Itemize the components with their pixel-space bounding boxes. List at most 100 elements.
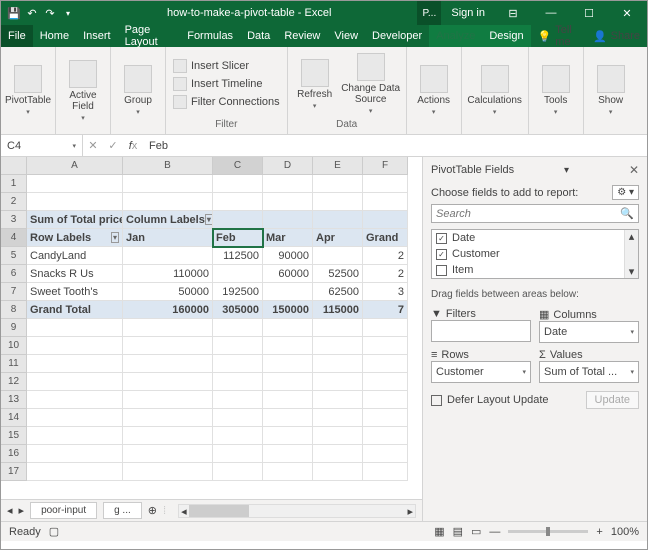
col-header[interactable]: D: [263, 157, 313, 175]
horizontal-scrollbar[interactable]: ◂▸: [178, 504, 416, 518]
row-header[interactable]: 5: [1, 247, 27, 265]
tell-me[interactable]: 💡Tell me: [531, 25, 586, 47]
tab-design[interactable]: Design: [482, 25, 530, 47]
group-button[interactable]: Group▾: [115, 49, 161, 132]
row-header[interactable]: 6: [1, 265, 27, 283]
close-icon[interactable]: ✕: [609, 1, 645, 25]
tab-view[interactable]: View: [327, 25, 365, 47]
zoom-slider[interactable]: [508, 530, 588, 533]
tab-review[interactable]: Review: [277, 25, 327, 47]
ribbon-options-icon[interactable]: ⊟: [495, 1, 531, 25]
pivot-values-label[interactable]: Sum of Total price: [27, 211, 123, 229]
pane-close-icon[interactable]: ✕: [629, 163, 639, 177]
row-header[interactable]: 11: [1, 355, 27, 373]
share-button[interactable]: 👤Share: [586, 25, 647, 47]
field-item-customer[interactable]: ✓Customer: [432, 246, 638, 262]
pivot-column-labels[interactable]: Column Labels▾: [123, 211, 213, 229]
macro-record-icon[interactable]: ▢: [49, 525, 59, 538]
name-box[interactable]: C4▾: [1, 135, 83, 156]
sheet-tab[interactable]: g ...: [103, 502, 142, 519]
formula-bar[interactable]: Feb: [143, 140, 647, 152]
field-item-date[interactable]: ✓Date: [432, 230, 638, 246]
field-list[interactable]: ✓Date ✓Customer Item ▴▾: [431, 229, 639, 279]
active-cell[interactable]: Feb: [213, 229, 263, 247]
zoom-level[interactable]: 100%: [611, 526, 639, 538]
grand-total-row[interactable]: Grand Total: [27, 301, 123, 319]
checkbox-icon[interactable]: [436, 265, 447, 276]
insert-slicer-button[interactable]: Insert Slicer: [170, 58, 283, 74]
tab-formulas[interactable]: Formulas: [180, 25, 240, 47]
tab-file[interactable]: File: [1, 25, 33, 47]
row-header[interactable]: 17: [1, 463, 27, 481]
field-search-input[interactable]: [436, 208, 620, 220]
defer-checkbox[interactable]: [431, 395, 442, 406]
gear-icon[interactable]: ⚙ ▾: [612, 185, 639, 200]
active-field-button[interactable]: Active Field▾: [60, 49, 106, 132]
row-header[interactable]: 16: [1, 445, 27, 463]
fx-icon[interactable]: fx: [123, 140, 143, 152]
view-layout-icon[interactable]: ▤: [453, 525, 463, 538]
field-search[interactable]: 🔍: [431, 204, 639, 223]
qat-customize-icon[interactable]: ▾: [61, 6, 75, 20]
tab-home[interactable]: Home: [33, 25, 76, 47]
row-header[interactable]: 2: [1, 193, 27, 211]
col-header[interactable]: B: [123, 157, 213, 175]
maximize-icon[interactable]: ☐: [571, 1, 607, 25]
checkbox-icon[interactable]: ✓: [436, 233, 447, 244]
prev-sheet-icon[interactable]: ◂: [7, 504, 13, 517]
select-all-corner[interactable]: [1, 157, 27, 175]
pivot-row-labels[interactable]: Row Labels▾: [27, 229, 123, 247]
row-header[interactable]: 14: [1, 409, 27, 427]
pivottable-button[interactable]: PivotTable▾: [5, 49, 51, 132]
save-icon[interactable]: 💾: [7, 6, 21, 20]
view-normal-icon[interactable]: ▦: [434, 525, 444, 538]
next-sheet-icon[interactable]: ▸: [19, 504, 25, 517]
show-button[interactable]: Show▾: [588, 49, 634, 132]
row-header[interactable]: 4: [1, 229, 27, 247]
new-sheet-icon[interactable]: ⊕: [148, 504, 157, 517]
col-header[interactable]: A: [27, 157, 123, 175]
columns-area[interactable]: Date▾: [539, 321, 639, 343]
insert-timeline-button[interactable]: Insert Timeline: [170, 76, 283, 92]
tab-analyze[interactable]: Analyze: [429, 25, 482, 47]
field-list-scrollbar[interactable]: ▴▾: [624, 230, 638, 278]
zoom-in-icon[interactable]: +: [596, 526, 602, 538]
redo-icon[interactable]: ↷: [43, 6, 57, 20]
tab-data[interactable]: Data: [240, 25, 277, 47]
calculations-button[interactable]: Calculations▾: [466, 49, 524, 132]
change-data-source-button[interactable]: Change Data Source▾: [340, 49, 402, 119]
pivot-row[interactable]: Sweet Tooth's: [27, 283, 123, 301]
row-header[interactable]: 9: [1, 319, 27, 337]
view-pagebreak-icon[interactable]: ▭: [471, 525, 481, 538]
filters-area[interactable]: [431, 320, 531, 342]
row-header[interactable]: 10: [1, 337, 27, 355]
tab-insert[interactable]: Insert: [76, 25, 118, 47]
sheet-tab[interactable]: poor-input: [30, 502, 97, 519]
field-item-item[interactable]: Item: [432, 262, 638, 278]
minimize-icon[interactable]: —: [533, 1, 569, 25]
spreadsheet-grid[interactable]: A B C D E F 1 2 3 Sum of Total price Col…: [1, 157, 422, 481]
pivot-row[interactable]: Snacks R Us: [27, 265, 123, 283]
row-header[interactable]: 8: [1, 301, 27, 319]
dropdown-icon[interactable]: ▾: [205, 214, 213, 225]
enter-formula-icon[interactable]: ✓: [103, 139, 123, 152]
tab-developer[interactable]: Developer: [365, 25, 429, 47]
values-area[interactable]: Sum of Total ...▾: [539, 361, 639, 383]
row-header[interactable]: 7: [1, 283, 27, 301]
actions-button[interactable]: Actions▾: [411, 49, 457, 132]
pane-menu-icon[interactable]: ▾: [564, 165, 569, 176]
undo-icon[interactable]: ↶: [25, 6, 39, 20]
row-header[interactable]: 13: [1, 391, 27, 409]
rows-area[interactable]: Customer▾: [431, 361, 531, 383]
row-header[interactable]: 15: [1, 427, 27, 445]
pivot-row[interactable]: CandyLand: [27, 247, 123, 265]
chevron-down-icon[interactable]: ▾: [72, 142, 76, 150]
col-header[interactable]: F: [363, 157, 408, 175]
tools-button[interactable]: Tools▾: [533, 49, 579, 132]
row-header[interactable]: 1: [1, 175, 27, 193]
row-header[interactable]: 3: [1, 211, 27, 229]
col-header[interactable]: E: [313, 157, 363, 175]
checkbox-icon[interactable]: ✓: [436, 249, 447, 260]
row-header[interactable]: 12: [1, 373, 27, 391]
zoom-out-icon[interactable]: —: [489, 526, 500, 538]
